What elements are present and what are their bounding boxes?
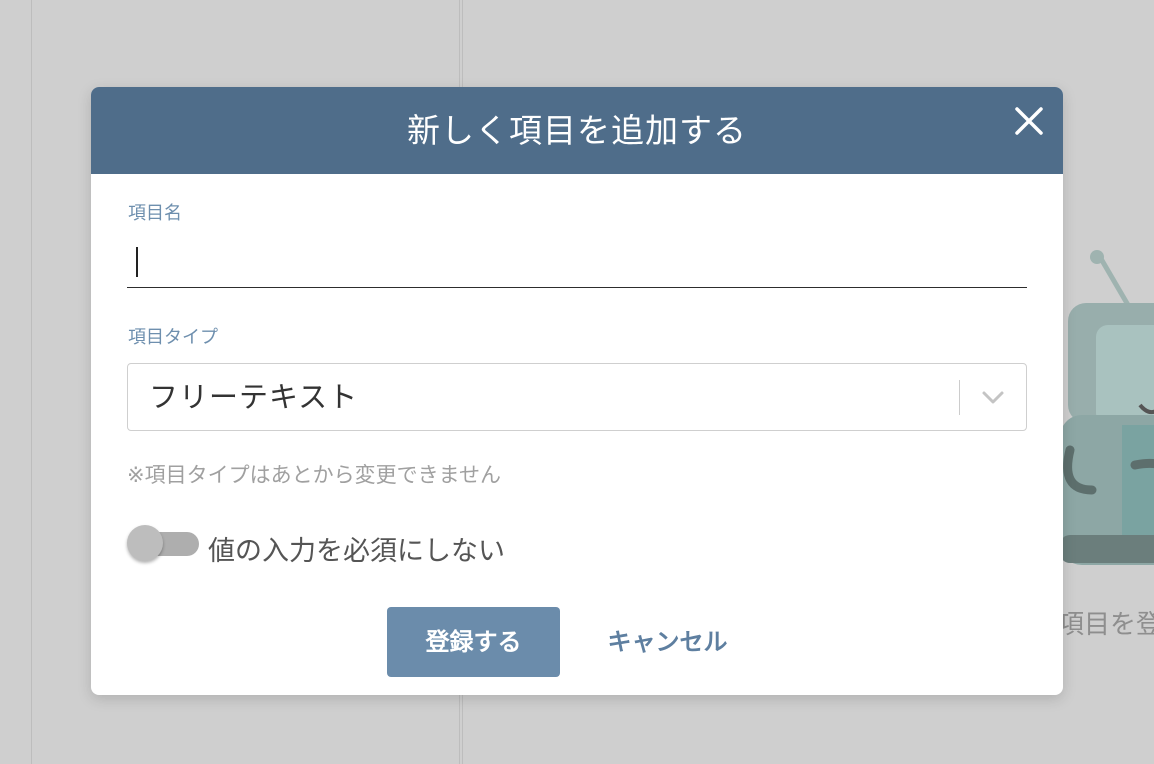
modal-title: 新しく項目を追加する xyxy=(407,111,747,150)
toggle-knob xyxy=(127,525,163,561)
item-name-input[interactable] xyxy=(135,243,1019,281)
item-type-note: ※項目タイプはあとから変更できません xyxy=(127,463,501,487)
select-separator xyxy=(959,380,960,415)
cancel-button[interactable]: キャンセル xyxy=(591,607,744,677)
text-caret xyxy=(136,247,138,277)
add-item-modal: 新しく項目を追加する 項目名 項目タイプ フリーテキスト ※項目タイプはあとから… xyxy=(91,87,1063,695)
item-type-select[interactable]: フリーテキスト xyxy=(127,363,1027,431)
background-empty-text: 項目を登 xyxy=(1058,610,1154,640)
modal-header: 新しく項目を追加する xyxy=(91,87,1063,174)
required-toggle[interactable] xyxy=(127,525,201,565)
item-name-label: 項目名 xyxy=(128,203,182,224)
register-button[interactable]: 登録する xyxy=(387,607,560,677)
close-icon[interactable] xyxy=(1009,101,1049,141)
item-name-field-wrapper xyxy=(127,235,1027,288)
chevron-down-icon[interactable] xyxy=(978,384,1008,410)
required-toggle-label: 値の入力を必須にしない xyxy=(208,536,505,567)
item-type-selected-value: フリーテキスト xyxy=(149,380,359,414)
item-type-label: 項目タイプ xyxy=(128,327,218,348)
